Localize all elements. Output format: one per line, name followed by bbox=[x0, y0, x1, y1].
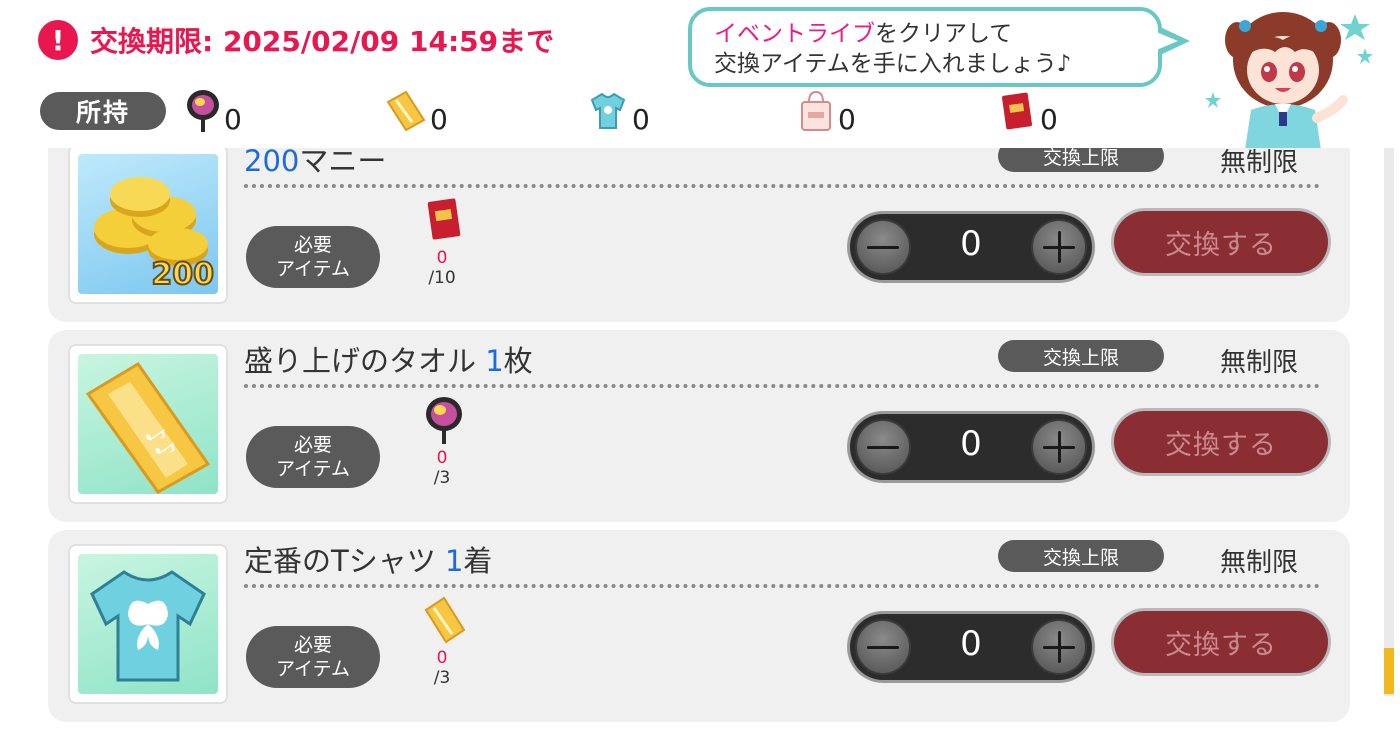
quantity-value: 0 bbox=[960, 224, 982, 264]
towel-icon bbox=[420, 594, 468, 646]
required-have: 0 bbox=[436, 648, 448, 668]
exchange-item-card: 定番のTシャツ 1着 交換上限 無制限 必要 アイテム 0 /3 0 交換する bbox=[48, 530, 1350, 722]
exchange-button[interactable]: 交換する bbox=[1114, 211, 1328, 273]
required-label-2: アイテム bbox=[275, 658, 351, 680]
item-name: 200マニー bbox=[244, 148, 386, 180]
speech-highlight: イベントライブ bbox=[714, 21, 875, 47]
quantity-stepper: 0 bbox=[850, 414, 1092, 480]
required-label-2: アイテム bbox=[275, 258, 351, 280]
item-thumbnail bbox=[68, 544, 228, 704]
owned-booklet: 0 bbox=[998, 86, 1058, 134]
required-label-1: 必要 bbox=[293, 434, 332, 456]
item-name-text: 定番のTシャツ bbox=[244, 544, 445, 578]
decrease-button[interactable] bbox=[855, 619, 911, 675]
dotted-divider bbox=[244, 584, 1320, 588]
decrease-button[interactable] bbox=[855, 219, 911, 275]
minus-icon bbox=[867, 445, 899, 449]
speech-bubble: イベントライブをクリアして 交換アイテムを手に入れましょう♪ bbox=[688, 7, 1162, 87]
item-name-text: 盛り上げのタオル bbox=[244, 344, 486, 378]
booklet-icon bbox=[420, 194, 468, 246]
owned-towel: 0 bbox=[384, 86, 448, 134]
item-thumbnail: 200 bbox=[68, 148, 228, 304]
limit-value: 無制限 bbox=[1220, 348, 1299, 378]
owned-count: 0 bbox=[838, 103, 856, 136]
item-name-text: マニー bbox=[299, 148, 387, 178]
plus-icon-vertical bbox=[1057, 231, 1061, 263]
scrollbar-thumb[interactable] bbox=[1384, 648, 1394, 694]
tshirt-icon bbox=[78, 554, 218, 694]
towel-icon: ♪♪ bbox=[78, 354, 218, 494]
gold-coins-icon: 200 bbox=[78, 154, 218, 294]
owned-label: 所持 bbox=[40, 92, 166, 130]
quantity-value: 0 bbox=[960, 624, 982, 664]
scrollbar-track[interactable] bbox=[1384, 148, 1394, 696]
required-label-1: 必要 bbox=[293, 634, 332, 656]
owned-uchiwa: 0 bbox=[184, 86, 242, 134]
quantity-value: 0 bbox=[960, 424, 982, 464]
required-need: /3 bbox=[433, 468, 451, 488]
exchange-item-card: 200 200マニー 交換上限 無制限 必要 アイテム 0 /10 0 交換する bbox=[48, 148, 1350, 322]
required-need: /10 bbox=[428, 268, 456, 288]
deadline-text: 交換期限: 2025/02/09 14:59まで bbox=[90, 25, 555, 58]
item-quantity-number: 1 bbox=[444, 544, 464, 578]
owned-tshirt: 0 bbox=[586, 86, 650, 134]
required-item-badge: 必要 アイテム bbox=[246, 226, 380, 288]
speech-bubble-tail bbox=[1154, 26, 1190, 56]
item-name: 定番のTシャツ 1着 bbox=[244, 538, 492, 580]
required-label-1: 必要 bbox=[293, 234, 332, 256]
required-item-badge: 必要 アイテム bbox=[246, 626, 380, 688]
speech-line2: 交換アイテムを手に入れましょう♪ bbox=[714, 51, 1072, 77]
owned-count: 0 bbox=[224, 103, 242, 136]
limit-badge: 交換上限 bbox=[998, 148, 1164, 172]
plus-icon-vertical bbox=[1057, 431, 1061, 463]
required-have: 0 bbox=[436, 448, 448, 468]
limit-badge: 交換上限 bbox=[998, 540, 1164, 572]
owned-count: 0 bbox=[1040, 103, 1058, 136]
item-name: 盛り上げのタオル 1枚 bbox=[244, 338, 533, 380]
increase-button[interactable] bbox=[1031, 419, 1087, 475]
item-thumbnail: ♪♪ bbox=[68, 344, 228, 504]
owned-count: 0 bbox=[632, 103, 650, 136]
required-label-2: アイテム bbox=[275, 458, 351, 480]
quantity-stepper: 0 bbox=[850, 214, 1092, 280]
exchange-item-list[interactable]: 200 200マニー 交換上限 無制限 必要 アイテム 0 /10 0 交換する… bbox=[0, 148, 1400, 747]
speech-line1: をクリアして bbox=[875, 21, 1013, 47]
exclamation-circle-icon: ! bbox=[38, 20, 78, 60]
shopping-bag-icon bbox=[801, 90, 831, 131]
coin-amount-label: 200 bbox=[150, 256, 215, 293]
quantity-stepper: 0 bbox=[850, 614, 1092, 680]
exchange-button[interactable]: 交換する bbox=[1114, 611, 1328, 673]
mascot-character bbox=[1205, 0, 1380, 150]
limit-badge: 交換上限 bbox=[998, 340, 1164, 372]
item-quantity-number: 1 bbox=[485, 344, 504, 378]
plus-icon-vertical bbox=[1057, 631, 1061, 663]
exchange-button[interactable]: 交換する bbox=[1114, 411, 1328, 473]
item-quantity-unit: 枚 bbox=[503, 344, 533, 378]
required-need: /3 bbox=[433, 668, 451, 688]
uchiwa-fan-icon bbox=[187, 90, 219, 132]
required-have: 0 bbox=[436, 248, 448, 268]
increase-button[interactable] bbox=[1031, 219, 1087, 275]
decrease-button[interactable] bbox=[855, 419, 911, 475]
limit-value: 無制限 bbox=[1220, 548, 1299, 578]
tshirt-icon bbox=[590, 92, 626, 129]
towel-icon bbox=[386, 90, 426, 132]
booklet-icon bbox=[1002, 92, 1032, 130]
owned-count: 0 bbox=[430, 103, 448, 136]
increase-button[interactable] bbox=[1031, 619, 1087, 675]
minus-icon bbox=[867, 245, 899, 249]
required-item-badge: 必要 アイテム bbox=[246, 426, 380, 488]
dotted-divider bbox=[244, 184, 1320, 188]
dotted-divider bbox=[244, 384, 1320, 388]
item-amount: 200 bbox=[244, 148, 300, 178]
owned-bag: 0 bbox=[796, 86, 856, 134]
minus-icon bbox=[867, 645, 899, 649]
exchange-deadline: ! 交換期限: 2025/02/09 14:59まで bbox=[38, 20, 554, 60]
limit-value: 無制限 bbox=[1220, 148, 1299, 178]
uchiwa-fan-icon bbox=[420, 394, 468, 446]
exchange-item-card: ♪♪ 盛り上げのタオル 1枚 交換上限 無制限 必要 アイテム 0 /3 0 交… bbox=[48, 330, 1350, 522]
exchange-shop-screen: ! 交換期限: 2025/02/09 14:59まで イベントライブをクリアして… bbox=[0, 0, 1400, 747]
item-quantity-unit: 着 bbox=[463, 544, 493, 578]
